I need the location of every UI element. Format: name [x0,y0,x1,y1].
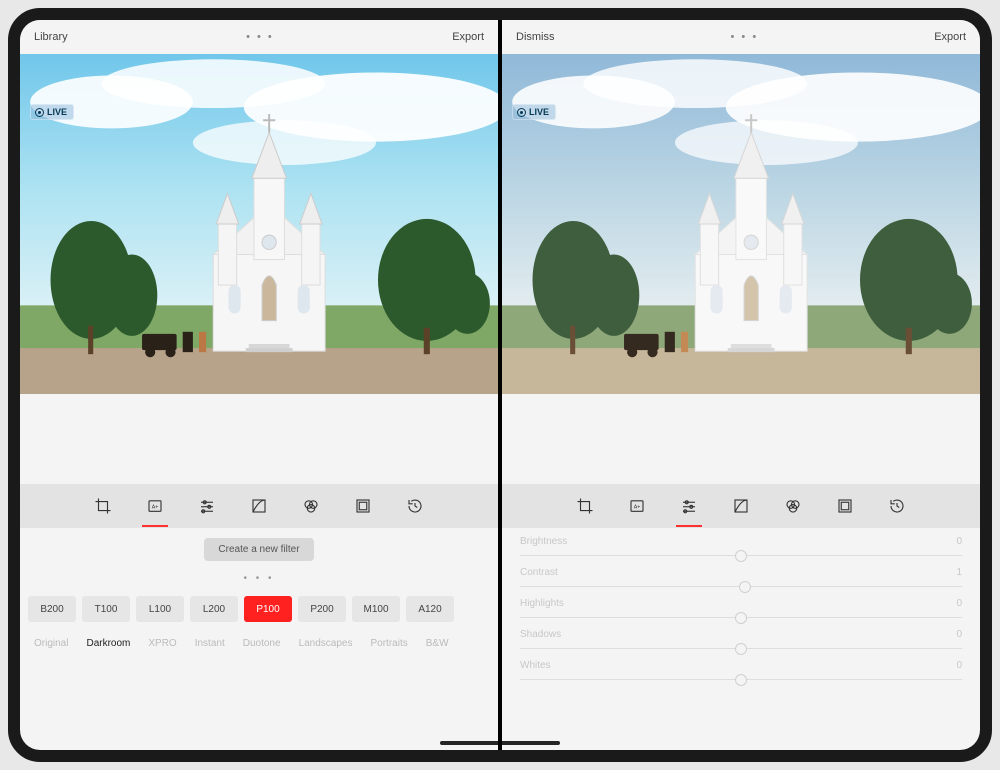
frame-tool[interactable] [352,495,374,517]
color-tool[interactable] [782,495,804,517]
category-original[interactable]: Original [34,638,68,649]
curves-tool[interactable] [248,495,270,517]
filters-tool[interactable]: A+ [626,495,648,517]
slider-knob[interactable] [739,581,751,593]
crop-tool[interactable] [574,495,596,517]
svg-text:A+: A+ [152,504,159,510]
filter-chip-l200[interactable]: L200 [190,596,238,622]
filter-chip-b200[interactable]: B200 [28,596,76,622]
adjust-sliders: Brightness0Contrast1Highlights0Shadows0W… [502,528,980,687]
slider-value: 1 [956,567,962,578]
slider-brightness[interactable]: Brightness 0 [520,536,962,563]
filter-chip-l100[interactable]: L100 [136,596,184,622]
category-instant[interactable]: Instant [195,638,225,649]
filter-pager-dots: • • • [20,567,498,592]
live-label: LIVE [529,107,549,117]
more-icon[interactable]: • • • [731,31,759,43]
slider-label: Shadows [520,629,561,640]
live-icon [517,108,526,117]
live-icon [35,108,44,117]
slider-label: Contrast [520,567,558,578]
slider-knob[interactable] [735,674,747,686]
slider-value: 0 [956,536,962,547]
toolbar-left: A+ [20,484,498,528]
ipad-frame: Library • • • Export [8,8,992,762]
history-tool[interactable] [404,495,426,517]
category-darkroom[interactable]: Darkroom [86,638,130,649]
live-badge-left: LIVE [30,104,74,120]
photo-right[interactable] [502,54,980,394]
frame-tool[interactable] [834,495,856,517]
slider-track[interactable] [520,642,962,656]
filter-chip-m100[interactable]: M100 [352,596,400,622]
slider-knob[interactable] [735,643,747,655]
filter-chip-p200[interactable]: P200 [298,596,346,622]
filter-chip-p100[interactable]: P100 [244,596,292,622]
category-b&w[interactable]: B&W [426,638,449,649]
svg-text:A+: A+ [634,504,641,510]
slider-label: Brightness [520,536,567,547]
home-indicator[interactable] [440,741,560,745]
crop-tool[interactable] [92,495,114,517]
library-button[interactable]: Library [34,31,68,43]
slider-value: 0 [956,598,962,609]
history-tool[interactable] [886,495,908,517]
slider-highlights[interactable]: Highlights 0 [520,598,962,625]
slider-value: 0 [956,660,962,671]
filter-category-row: Original Darkroom XPRO Instant Duotone Landsc… [20,626,498,660]
filter-chip-row: B200T100L100L200P100P200M100A120 [20,592,498,626]
slider-whites[interactable]: Whites 0 [520,660,962,687]
slider-knob[interactable] [735,550,747,562]
split-screen: Library • • • Export [20,20,980,750]
slider-knob[interactable] [735,612,747,624]
right-topbar: Dismiss • • • Export [502,20,980,54]
dismiss-button[interactable]: Dismiss [516,31,555,43]
adjust-tool[interactable] [678,495,700,517]
toolbar-right: A+ [502,484,980,528]
category-landscapes[interactable]: Landscapes [299,638,353,649]
slider-label: Highlights [520,598,564,609]
category-portraits[interactable]: Portraits [371,638,408,649]
curves-tool[interactable] [730,495,752,517]
filter-chip-a120[interactable]: A120 [406,596,454,622]
filters-tool[interactable]: A+ [144,495,166,517]
category-duotone[interactable]: Duotone [243,638,281,649]
slider-track[interactable] [520,580,962,594]
left-pane: Library • • • Export [20,20,498,750]
slider-track[interactable] [520,611,962,625]
left-topbar: Library • • • Export [20,20,498,54]
slider-contrast[interactable]: Contrast 1 [520,567,962,594]
slider-shadows[interactable]: Shadows 0 [520,629,962,656]
slider-label: Whites [520,660,551,671]
live-badge-right: LIVE [512,104,556,120]
slider-value: 0 [956,629,962,640]
photo-container-left: LIVE [20,54,498,394]
export-button[interactable]: Export [452,31,484,43]
more-icon[interactable]: • • • [246,31,274,43]
photo-left[interactable] [20,54,498,394]
create-filter-button[interactable]: Create a new filter [204,538,313,561]
photo-container-right: LIVE [502,54,980,394]
filter-chip-t100[interactable]: T100 [82,596,130,622]
slider-track[interactable] [520,673,962,687]
color-tool[interactable] [300,495,322,517]
export-button[interactable]: Export [934,31,966,43]
slider-track[interactable] [520,549,962,563]
right-pane: Dismiss • • • Export [502,20,980,750]
category-xpro[interactable]: XPRO [148,638,176,649]
adjust-tool[interactable] [196,495,218,517]
live-label: LIVE [47,107,67,117]
